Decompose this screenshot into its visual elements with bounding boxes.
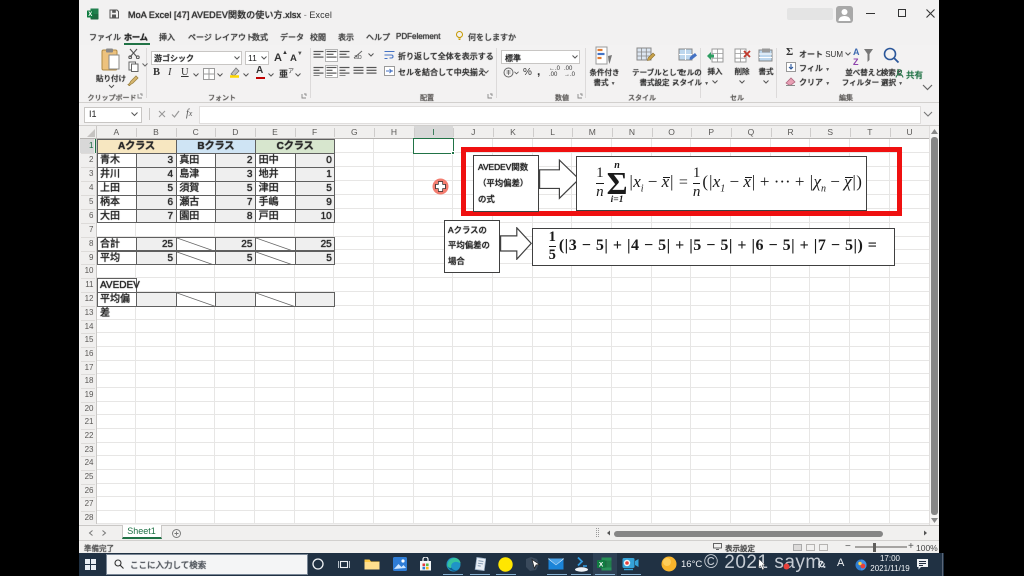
- svg-text:A: A: [853, 47, 860, 57]
- svg-text:X: X: [88, 12, 92, 18]
- svg-text:Z: Z: [853, 57, 859, 66]
- svg-text:X: X: [599, 561, 604, 568]
- svg-text:ab: ab: [354, 54, 362, 60]
